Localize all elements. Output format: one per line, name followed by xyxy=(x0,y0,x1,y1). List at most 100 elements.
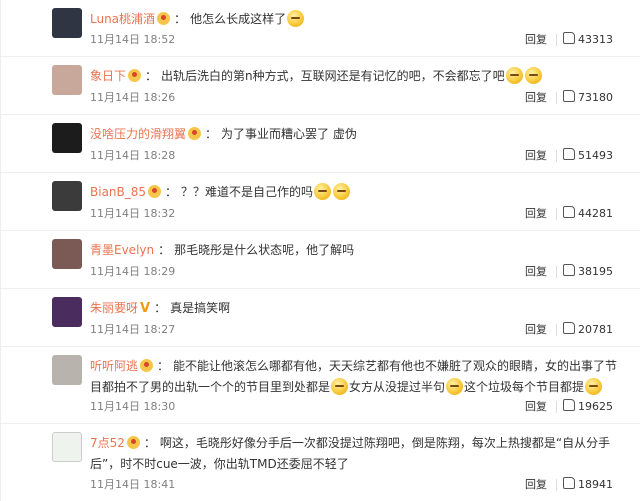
emoji-icon xyxy=(314,183,332,200)
comment-body: 青墨Evelyn：那毛晓彤是什么状态呢，他了解吗 xyxy=(90,243,355,257)
comment-body: 朱丽要呀 V：真是搞笑啊 xyxy=(90,298,627,319)
vip-badge-icon xyxy=(128,69,142,82)
comment-meta: 11月14日 18:28 回复 51493 xyxy=(90,148,627,164)
avatar[interactable] xyxy=(52,355,82,385)
emoji-icon xyxy=(333,183,351,200)
comment-meta: 11月14日 18:30 回复 19625 xyxy=(90,399,627,415)
like-count: 19625 xyxy=(578,400,613,413)
comment-text-part: 这个垃圾每个节目都提 xyxy=(464,380,585,394)
comment-item: 听听阿逃：能不能让他滚怎么哪都有他，天天综艺都有他也不嫌脏了观众的眼睛，女的出事… xyxy=(1,347,640,424)
username-link[interactable]: 听听阿逃 xyxy=(90,359,138,373)
reply-button[interactable]: 回复 xyxy=(525,148,547,164)
avatar[interactable] xyxy=(52,181,82,211)
comment-meta: 11月14日 18:52 回复 43313 xyxy=(90,32,627,48)
like-button[interactable]: 44281 xyxy=(563,206,627,222)
comment-item: 朱丽要呀 V：真是搞笑啊 11月14日 18:27 回复 20781 xyxy=(1,289,640,347)
comment-text: ？？难道不是自己作的吗 xyxy=(181,185,314,199)
like-button[interactable]: 51493 xyxy=(563,148,627,164)
verified-v-icon: V xyxy=(140,301,151,316)
divider xyxy=(556,479,557,491)
like-count: 18941 xyxy=(578,478,613,491)
thumbs-up-icon xyxy=(563,477,575,489)
divider xyxy=(556,266,557,278)
timestamp: 11月14日 18:29 xyxy=(90,265,176,278)
reply-button[interactable]: 回复 xyxy=(525,264,547,280)
emoji-icon xyxy=(505,67,523,84)
divider xyxy=(556,92,557,104)
comment-body: BianB_85：？？难道不是自己作的吗 xyxy=(90,182,627,203)
thumbs-up-icon xyxy=(563,206,575,218)
divider xyxy=(556,401,557,413)
username-link[interactable]: 7点52 xyxy=(90,436,125,450)
reply-button[interactable]: 回复 xyxy=(525,32,547,48)
divider xyxy=(556,34,557,46)
divider xyxy=(556,324,557,336)
timestamp: 11月14日 18:27 xyxy=(90,323,176,336)
like-button[interactable]: 43313 xyxy=(563,32,627,48)
vip-badge-icon xyxy=(157,12,171,25)
comment-meta: 11月14日 18:29 回复 38195 xyxy=(90,264,627,280)
comment-item: BianB_85：？？难道不是自己作的吗 11月14日 18:32 回复 442… xyxy=(1,173,640,231)
like-count: 43313 xyxy=(578,33,613,46)
comment-text-part: 女方从没提过半句 xyxy=(349,380,446,394)
like-button[interactable]: 38195 xyxy=(563,264,627,280)
username-link[interactable]: 象日下 xyxy=(90,69,126,83)
comment-meta: 11月14日 18:27 回复 20781 xyxy=(90,322,627,338)
timestamp: 11月14日 18:41 xyxy=(90,478,176,491)
comment-body: 7点52：啊这，毛晓彤好像分手后一次都没提过陈翔吧，倒是陈翔，每次上热搜都是“自… xyxy=(90,436,611,471)
avatar[interactable] xyxy=(52,239,82,269)
comment-text: 他怎么长成这样了 xyxy=(190,12,287,26)
avatar[interactable] xyxy=(52,432,82,462)
avatar[interactable] xyxy=(52,297,82,327)
avatar[interactable] xyxy=(52,65,82,95)
comment-text: 出轨后洗白的第n种方式，互联网还是有记忆的吧，不会都忘了吧 xyxy=(161,69,505,83)
reply-button[interactable]: 回复 xyxy=(525,322,547,338)
like-button[interactable]: 20781 xyxy=(563,322,627,338)
emoji-icon xyxy=(331,378,349,395)
comment-meta: 11月14日 18:32 回复 44281 xyxy=(90,206,627,222)
thumbs-up-icon xyxy=(563,148,575,160)
vip-badge-icon xyxy=(148,185,162,198)
comment-body: 没啥压力的滑翔翼：为了事业而糟心罢了 虚伪 xyxy=(90,127,357,141)
comment-text: 那毛晓彤是什么状态呢，他了解吗 xyxy=(174,243,355,257)
username-link[interactable]: BianB_85 xyxy=(90,185,146,199)
comment-body: 听听阿逃：能不能让他滚怎么哪都有他，天天综艺都有他也不嫌脏了观众的眼睛，女的出事… xyxy=(90,359,618,395)
reply-button[interactable]: 回复 xyxy=(525,206,547,222)
thumbs-up-icon xyxy=(563,90,575,102)
username-link[interactable]: 青墨Evelyn xyxy=(90,243,154,257)
thumbs-up-icon xyxy=(563,322,575,334)
like-button[interactable]: 19625 xyxy=(563,399,627,415)
like-button[interactable]: 18941 xyxy=(563,477,627,493)
reply-button[interactable]: 回复 xyxy=(525,399,547,415)
comment-meta: 11月14日 18:41 回复 18941 xyxy=(90,477,627,493)
vip-badge-icon xyxy=(188,127,202,140)
reply-button[interactable]: 回复 xyxy=(525,477,547,493)
avatar[interactable] xyxy=(52,123,82,153)
timestamp: 11月14日 18:26 xyxy=(90,91,176,104)
like-count: 44281 xyxy=(578,207,613,220)
comment-item: 7点52：啊这，毛晓彤好像分手后一次都没提过陈翔吧，倒是陈翔，每次上热搜都是“自… xyxy=(1,424,640,501)
like-button[interactable]: 73180 xyxy=(563,90,627,106)
like-count: 73180 xyxy=(578,91,613,104)
comment-text: 真是搞笑啊 xyxy=(170,301,231,315)
comment-body: Luna桃浦酒：他怎么长成这样了 xyxy=(90,9,627,30)
emoji-icon xyxy=(446,378,464,395)
divider xyxy=(556,150,557,162)
username-link[interactable]: 没啥压力的滑翔翼 xyxy=(90,127,186,141)
comment-item: 青墨Evelyn：那毛晓彤是什么状态呢，他了解吗 11月14日 18:29 回复… xyxy=(1,231,640,289)
vip-badge-icon xyxy=(140,359,154,372)
emoji-icon xyxy=(585,378,603,395)
username-link[interactable]: 朱丽要呀 xyxy=(90,301,138,315)
comment-meta: 11月14日 18:26 回复 73180 xyxy=(90,90,627,106)
avatar[interactable] xyxy=(52,8,82,38)
thumbs-up-icon xyxy=(563,32,575,44)
emoji-icon xyxy=(287,10,305,27)
thumbs-up-icon xyxy=(563,264,575,276)
comment-body: 象日下：出轨后洗白的第n种方式，互联网还是有记忆的吧，不会都忘了吧 xyxy=(90,66,627,87)
comment-list: Luna桃浦酒：他怎么长成这样了 11月14日 18:52 回复 43313 象… xyxy=(0,0,640,501)
username-link[interactable]: Luna桃浦酒 xyxy=(90,12,155,26)
like-count: 20781 xyxy=(578,323,613,336)
timestamp: 11月14日 18:28 xyxy=(90,149,176,162)
reply-button[interactable]: 回复 xyxy=(525,90,547,106)
comment-item: Luna桃浦酒：他怎么长成这样了 11月14日 18:52 回复 43313 xyxy=(1,0,640,57)
